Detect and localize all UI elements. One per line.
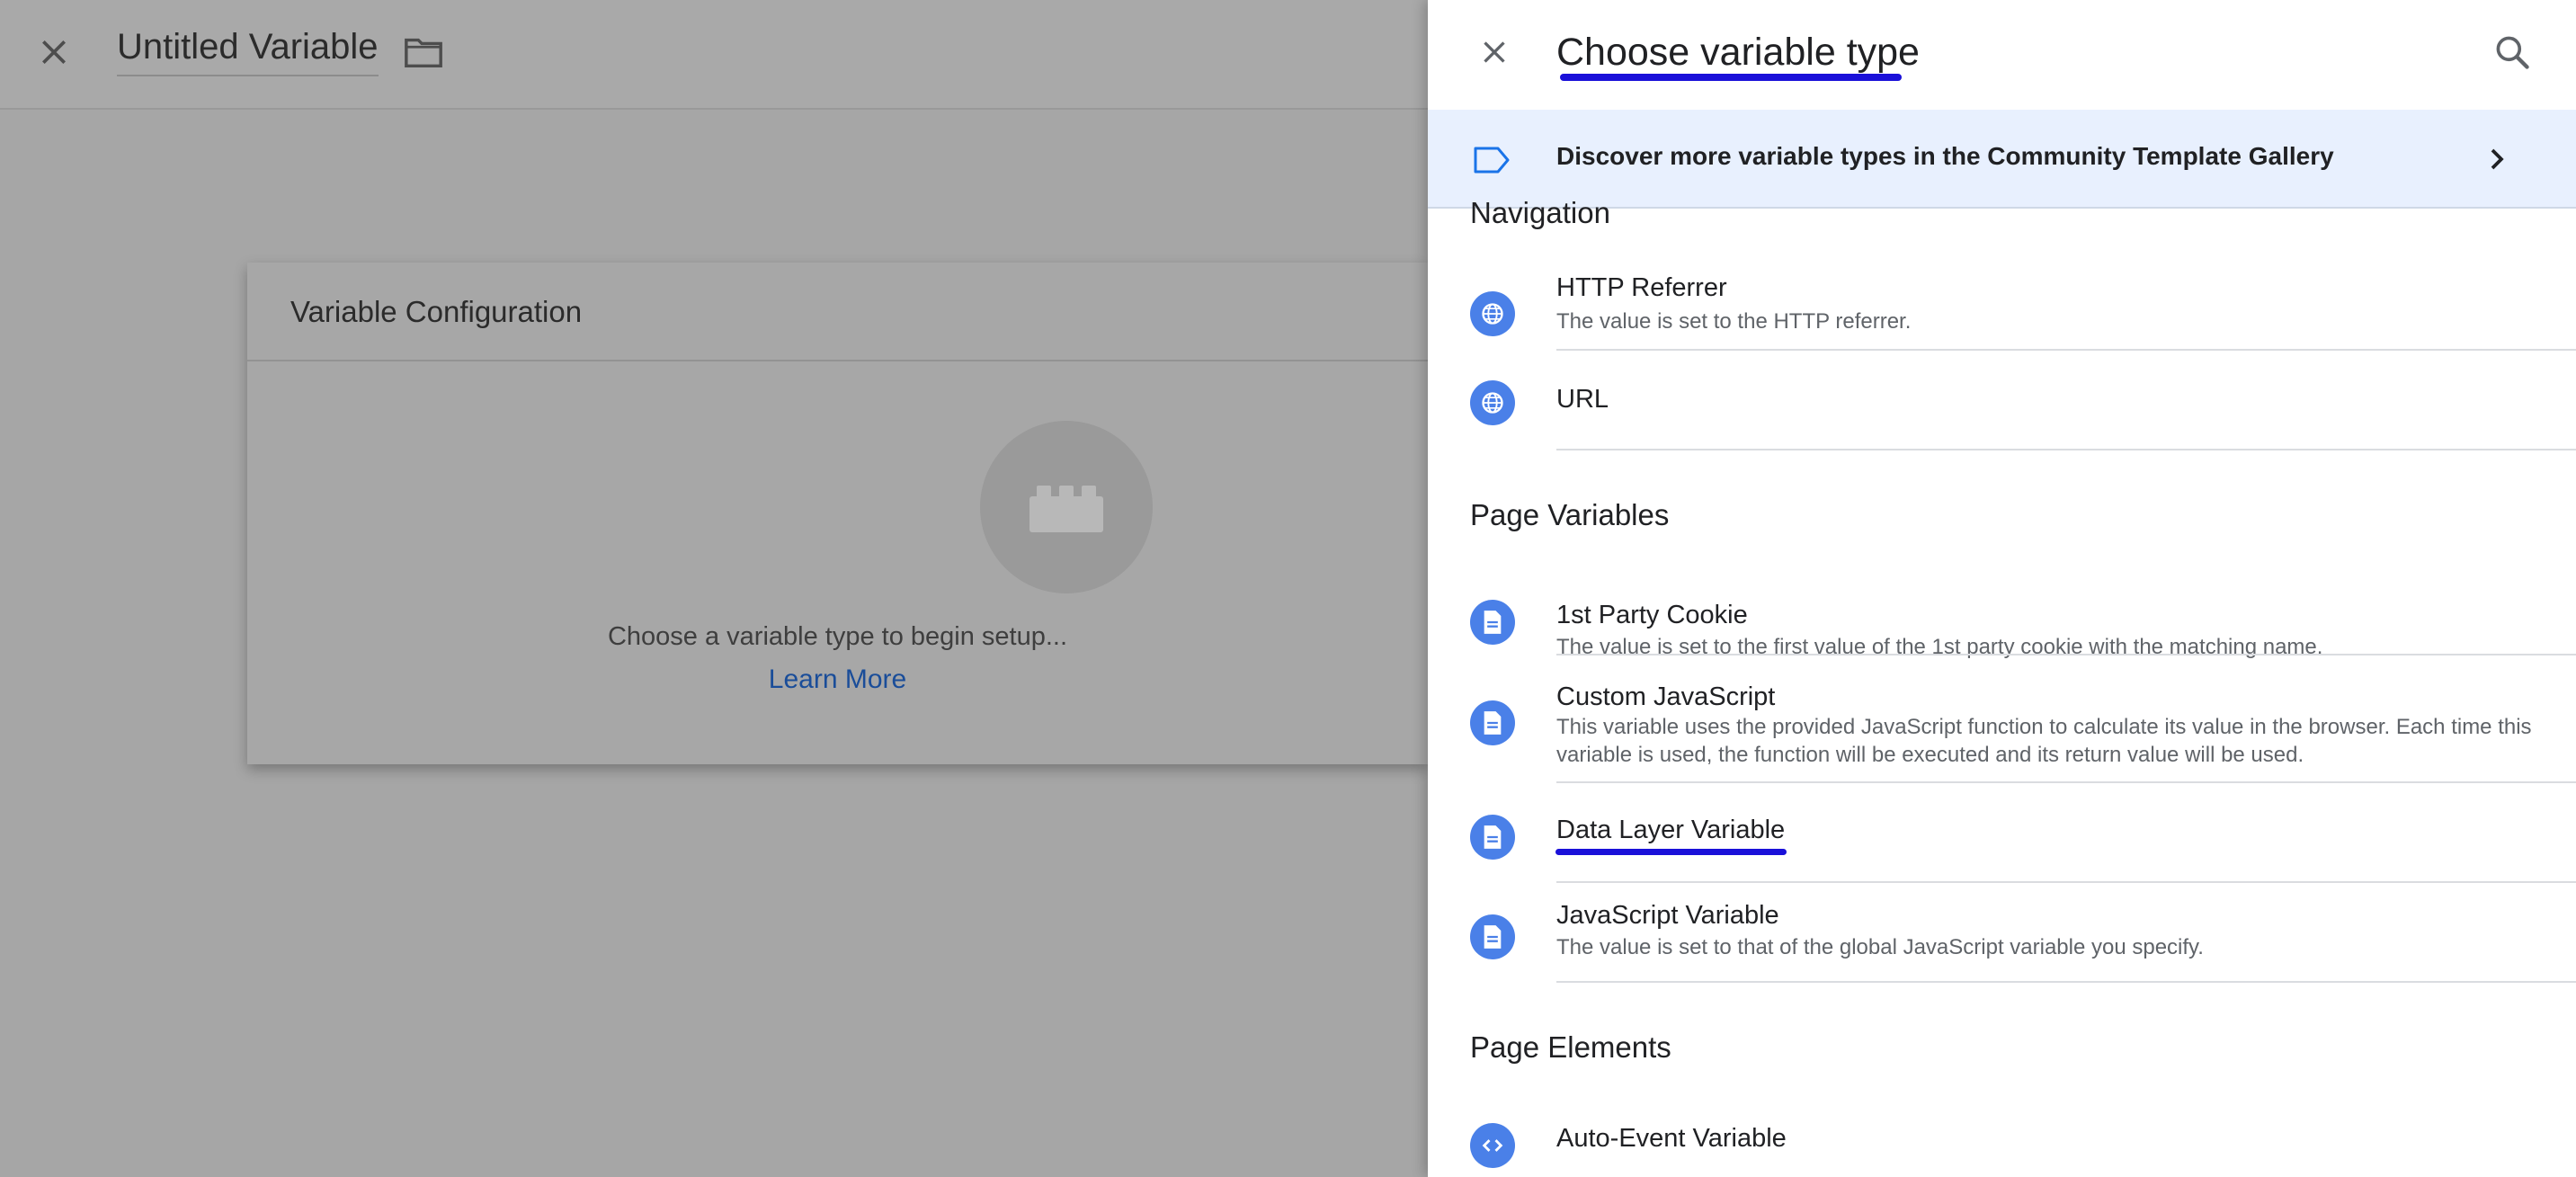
learn-more-link[interactable]: Learn More <box>247 664 1428 695</box>
item-title: URL <box>1556 385 1609 414</box>
item-title: JavaScript Variable <box>1556 901 1779 930</box>
variable-type-drawer: Choose variable type Discover more varia… <box>1428 0 2576 1177</box>
section-navigation: Navigation <box>1470 196 1610 229</box>
item-title: HTTP Referrer <box>1556 273 1727 302</box>
editor-body: Variable Configuration Choose a variable… <box>0 110 1428 1177</box>
community-gallery-banner[interactable]: Discover more variable types in the Comm… <box>1428 110 2576 209</box>
divider <box>1556 449 2576 450</box>
item-title: Data Layer Variable <box>1556 816 1786 844</box>
close-icon[interactable] <box>1478 36 1511 68</box>
divider <box>1556 981 2576 983</box>
folder-icon[interactable] <box>403 34 444 70</box>
item-title: Auto-Event Variable <box>1556 1124 1787 1153</box>
variable-name-input[interactable]: Untitled Variable <box>117 27 379 76</box>
title-annotation-underline <box>1560 74 1902 81</box>
editor-header: Untitled Variable <box>0 0 1428 110</box>
document-icon <box>1470 914 1515 959</box>
item-description: The value is set to that of the global J… <box>1556 935 2204 959</box>
list-item-data-layer-variable[interactable]: Data Layer Variable <box>1428 783 2576 882</box>
code-icon <box>1470 1123 1515 1168</box>
lego-brick-icon <box>1030 486 1103 532</box>
drawer-title: Choose variable type <box>1556 31 1920 74</box>
variable-configuration-card[interactable]: Variable Configuration Choose a variable… <box>247 263 1428 764</box>
document-icon <box>1470 700 1515 745</box>
item-description: The value is set to the HTTP referrer. <box>1556 309 1912 334</box>
setup-hint: Choose a variable type to begin setup... <box>607 622 1068 651</box>
item-annotation-underline <box>1555 849 1787 855</box>
globe-icon <box>1470 380 1515 425</box>
tag-icon <box>1474 147 1510 174</box>
item-title: 1st Party Cookie <box>1556 601 1748 629</box>
list-item-javascript-variable[interactable]: JavaScript Variable The value is set to … <box>1428 883 2576 982</box>
list-item-auto-event-variable[interactable]: Auto-Event Variable <box>1428 1099 2576 1177</box>
document-icon <box>1470 600 1515 645</box>
drawer-header: Choose variable type <box>1428 0 2576 110</box>
banner-text: Discover more variable types in the Comm… <box>1556 142 2334 170</box>
search-icon[interactable] <box>2492 32 2532 72</box>
list-item-http-referrer[interactable]: HTTP Referrer The value is set to the HT… <box>1428 263 2576 361</box>
list-item-url[interactable]: URL <box>1428 351 2576 450</box>
chevron-right-icon <box>2491 148 2504 170</box>
item-description: This variable uses the provided JavaScri… <box>1556 715 2532 767</box>
globe-icon <box>1470 291 1515 336</box>
card-title: Variable Configuration <box>247 263 1428 361</box>
list-item-custom-javascript[interactable]: Custom JavaScript This variable uses the… <box>1428 655 2576 781</box>
item-title: Custom JavaScript <box>1556 682 1776 711</box>
variable-type-placeholder[interactable] <box>980 421 1153 593</box>
close-icon[interactable] <box>36 34 72 70</box>
section-page-variables: Page Variables <box>1470 498 1670 531</box>
section-page-elements: Page Elements <box>1470 1030 1671 1064</box>
variable-type-list: Navigation HTTP Referrer The value is se… <box>1428 196 2576 1177</box>
list-item-1st-party-cookie[interactable]: 1st Party Cookie The value is set to the… <box>1428 568 2576 667</box>
document-icon <box>1470 815 1515 860</box>
